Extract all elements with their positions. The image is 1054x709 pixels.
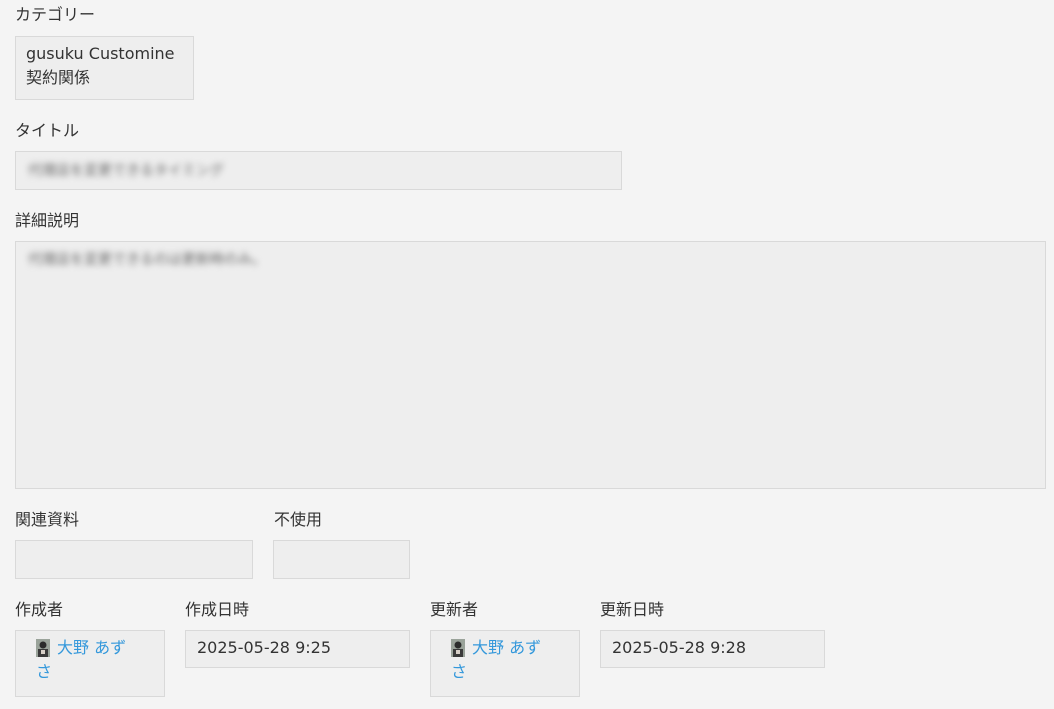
created-at-value-box: 2025-05-28 9:25 [185,630,410,668]
creator-name-link[interactable]: 大野 あずさ [36,636,127,684]
title-value-box: 代理店を変更できるタイミング [15,151,622,190]
category-value-box: gusuku Customine 契約関係 [15,36,194,100]
creator-value-box: 大野 あずさ [15,630,165,697]
detail-line: 代理店を変更できるのは更新時のみ。 [28,252,266,268]
title-label: タイトル [15,121,80,140]
updater-value-box: 大野 あずさ [430,630,580,697]
updated-at-label: 更新日時 [600,600,665,619]
title-value: 代理店を変更できるタイミング [28,163,224,179]
related-label: 関連資料 [15,510,80,529]
creator-name-line1: 大野 あず [57,638,127,657]
user-avatar-icon [451,639,465,657]
updated-at-value: 2025-05-28 9:28 [612,638,746,657]
updated-at-value-box: 2025-05-28 9:28 [600,630,825,668]
updater-name-line2: さ [451,662,468,681]
unused-label: 不使用 [274,510,323,529]
created-at-value: 2025-05-28 9:25 [197,638,331,657]
updater-user[interactable]: 大野 あずさ [451,636,579,684]
updater-label: 更新者 [430,600,479,619]
user-avatar-icon [36,639,50,657]
detail-label: 詳細説明 [15,211,80,230]
creator-name-line2: さ [36,662,53,681]
creator-user[interactable]: 大野 あずさ [36,636,164,684]
category-value-line2: 契約関係 [26,68,91,87]
updater-name-link[interactable]: 大野 あずさ [451,636,542,684]
category-label: カテゴリー [15,5,96,24]
related-value-box [15,540,253,579]
created-at-label: 作成日時 [185,600,250,619]
detail-value-box: 代理店を変更できるのは更新時のみ。 [15,241,1046,489]
creator-label: 作成者 [15,600,64,619]
unused-value-box [273,540,410,579]
category-value-line1: gusuku Customine [26,44,175,63]
updater-name-line1: 大野 あず [472,638,542,657]
